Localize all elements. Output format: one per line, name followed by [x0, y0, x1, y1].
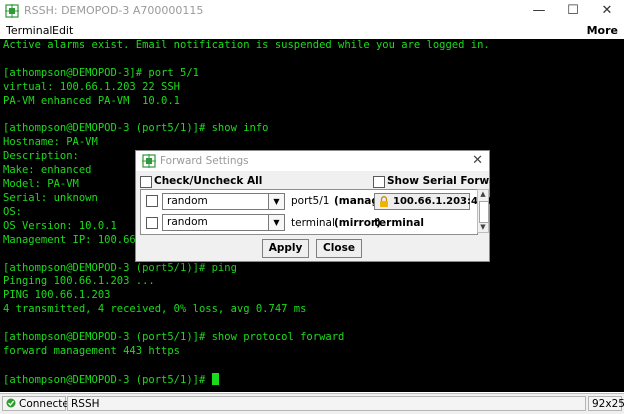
rows-scrollbar[interactable]: ▲ ▼	[477, 189, 489, 233]
terminal-cursor	[211, 372, 219, 385]
terminal-line: Serial: unknown	[3, 191, 98, 204]
terminal-line: [athompson@DEMOPOD-3 (port5/1)]# show in…	[3, 122, 269, 135]
terminal-line: virtual: 100.66.1.203 22 SSH	[3, 80, 181, 93]
forward-settings-dialog: Forward Settings ✕ Check/Uncheck All Sho…	[135, 150, 528, 262]
forward-row: random ▼ port5/1 (management) 100.66.1.2…	[141, 190, 492, 212]
check-all-label[interactable]: Check/Uncheck All	[154, 175, 262, 187]
terminal-line: [athompson@DEMOPOD-3 (port5/1)]# show pr…	[3, 331, 345, 344]
terminal-line: OS Version: 10.0.1	[3, 219, 117, 232]
apply-button[interactable]: Apply	[262, 239, 309, 258]
maximize-button[interactable]: ☐	[556, 0, 590, 22]
menu-terminal[interactable]: Terminal	[6, 24, 53, 37]
forward-row: random ▼ terminal (mirror) terminal	[141, 212, 477, 234]
connection-status: Connected	[2, 396, 76, 411]
terminal-line: [athompson@DEMOPOD-3 (port5/1)]#	[3, 373, 212, 386]
scroll-up-icon[interactable]: ▲	[478, 190, 488, 198]
check-all-checkbox[interactable]	[140, 176, 152, 188]
minimize-button[interactable]: —	[522, 0, 556, 22]
scrollbar-thumb[interactable]	[479, 201, 489, 223]
mode-select[interactable]: random ▼	[162, 214, 285, 231]
status-bar: Connected RSSH 92x25	[0, 393, 624, 414]
dialog-close-icon[interactable]: ✕	[472, 153, 483, 168]
protocol-status: RSSH	[67, 396, 586, 411]
lock-icon	[380, 196, 388, 207]
terminal-size: 92x25	[588, 396, 624, 411]
menu-bar: Terminal Edit More	[0, 22, 624, 39]
terminal-line: Management IP: 100.66	[3, 233, 136, 246]
terminal-line: Pinging 100.66.1.203 ...	[3, 275, 155, 288]
chevron-down-icon[interactable]: ▼	[268, 194, 284, 209]
show-serial-checkbox[interactable]	[373, 176, 385, 188]
menu-edit[interactable]: Edit	[52, 24, 73, 37]
mode-value: random	[167, 216, 208, 228]
terminal-line: Hostname: PA-VM	[3, 136, 98, 149]
dialog-title-bar: Forward Settings ✕	[136, 151, 489, 171]
terminal-line: forward management 443 https	[3, 344, 181, 357]
terminal-line: OS:	[3, 205, 22, 218]
close-window-button[interactable]: ✕	[590, 0, 624, 22]
show-serial-label[interactable]: Show Serial Forwarding	[387, 175, 528, 187]
terminal-line: PING 100.66.1.203	[3, 289, 111, 302]
row-checkbox[interactable]	[146, 195, 158, 207]
connected-icon	[6, 398, 16, 408]
mode-value: random	[167, 195, 208, 207]
terminal-line: Model: PA-VM	[3, 178, 79, 191]
window-title-bar: RSSH: DEMOPOD-3 A700000115 — ☐ ✕	[0, 0, 624, 23]
terminal-line: [athompson@DEMOPOD-3 (port5/1)]# ping	[3, 261, 237, 274]
rssh-app-icon	[142, 154, 156, 168]
terminal-line: 4 transmitted, 4 received, 0% loss, avg …	[3, 303, 307, 316]
scroll-down-icon[interactable]: ▼	[478, 223, 488, 231]
row-checkbox[interactable]	[146, 217, 158, 229]
terminal-line: PA-VM enhanced PA-VM 10.0.1	[3, 94, 181, 107]
terminal-line: Make: enhanced	[3, 164, 92, 177]
row-port: port5/1	[291, 195, 330, 207]
window-title: RSSH: DEMOPOD-3 A700000115	[24, 4, 204, 17]
terminal-line: Active alarms exist. Email notification …	[3, 39, 490, 51]
forward-target-button[interactable]: 100.66.1.203:443	[374, 193, 492, 210]
terminal-line: Description:	[3, 150, 79, 163]
forward-rows-table: random ▼ port5/1 (management) 100.66.1.2…	[140, 189, 492, 235]
row-target: terminal	[374, 217, 425, 229]
rssh-app-icon	[5, 4, 19, 18]
dialog-title: Forward Settings	[160, 155, 249, 167]
row-port: terminal	[291, 217, 335, 229]
menu-more[interactable]: More	[587, 24, 618, 37]
mode-select[interactable]: random ▼	[162, 193, 285, 210]
terminal-line: [athompson@DEMOPOD-3]# port 5/1	[3, 66, 199, 79]
chevron-down-icon[interactable]: ▼	[268, 215, 284, 230]
close-button[interactable]: Close	[316, 239, 362, 258]
